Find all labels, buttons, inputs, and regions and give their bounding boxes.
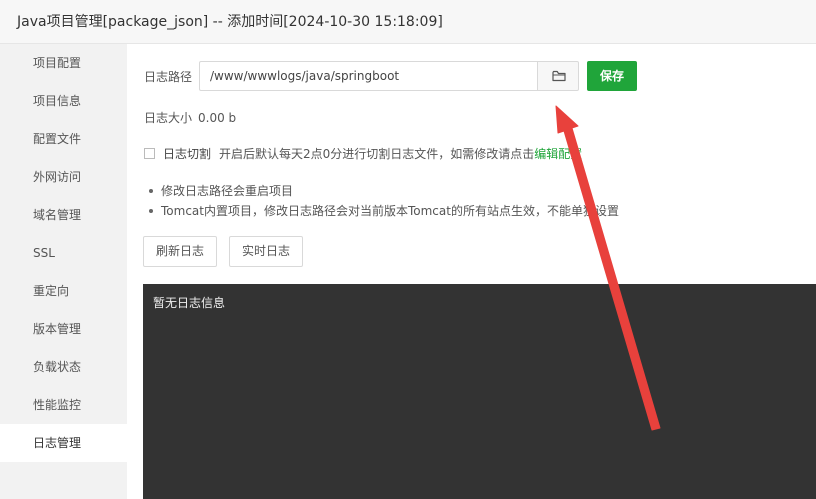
log-size-label: 日志大小 <box>144 111 193 125</box>
sidebar-item-log-management[interactable]: 日志管理 <box>0 424 127 462</box>
refresh-log-button[interactable]: 刷新日志 <box>143 236 217 267</box>
sidebar-item-config-file[interactable]: 配置文件 <box>0 120 127 158</box>
log-path-input[interactable]: /www/wwwlogs/java/springboot <box>199 61 537 91</box>
log-size-value: 0.00 b <box>198 111 237 125</box>
log-cut-checkbox[interactable] <box>144 148 155 159</box>
main-content: 日志路径 /www/wwwlogs/java/springboot 保存 日志大… <box>127 44 816 499</box>
edit-config-link[interactable]: 编辑配置 <box>534 147 582 161</box>
realtime-log-button[interactable]: 实时日志 <box>229 236 303 267</box>
sidebar-item-external-access[interactable]: 外网访问 <box>0 158 127 196</box>
folder-select-button[interactable] <box>537 61 579 91</box>
log-cut-description: 开启后默认每天2点0分进行切割日志文件，如需修改请点击 <box>219 147 535 161</box>
tip-item: 修改日志路径会重启项目 <box>147 181 619 201</box>
sidebar-item-ssl[interactable]: SSL <box>0 234 127 272</box>
log-path-label: 日志路径 <box>144 70 193 84</box>
sidebar-item-project-config[interactable]: 项目配置 <box>0 44 127 82</box>
save-button[interactable]: 保存 <box>587 61 637 91</box>
log-empty-text: 暂无日志信息 <box>153 296 226 310</box>
log-cut-label: 日志切割 <box>163 147 212 161</box>
sidebar-item-load-status[interactable]: 负载状态 <box>0 348 127 386</box>
log-size-row: 日志大小 0.00 b <box>144 109 236 126</box>
tip-item: Tomcat内置项目，修改日志路径会对当前版本Tomcat的所有站点生效，不能单… <box>147 201 619 221</box>
sidebar-item-redirect[interactable]: 重定向 <box>0 272 127 310</box>
window-titlebar: Java项目管理[package_json] -- 添加时间[2024-10-3… <box>0 0 816 44</box>
sidebar-item-domain[interactable]: 域名管理 <box>0 196 127 234</box>
sidebar-item-project-info[interactable]: 项目信息 <box>0 82 127 120</box>
log-cut-row: 日志切割 开启后默认每天2点0分进行切割日志文件，如需修改请点击编辑配置 <box>144 145 582 162</box>
folder-icon <box>552 70 566 82</box>
tips-list: 修改日志路径会重启项目 Tomcat内置项目，修改日志路径会对当前版本Tomca… <box>147 181 619 221</box>
sidebar-nav: 项目配置 项目信息 配置文件 外网访问 域名管理 SSL 重定向 版本管理 负载… <box>0 44 127 499</box>
sidebar-item-performance[interactable]: 性能监控 <box>0 386 127 424</box>
log-output-panel: 暂无日志信息 <box>143 284 816 499</box>
window-title: Java项目管理[package_json] -- 添加时间[2024-10-3… <box>17 14 443 30</box>
sidebar-item-version[interactable]: 版本管理 <box>0 310 127 348</box>
